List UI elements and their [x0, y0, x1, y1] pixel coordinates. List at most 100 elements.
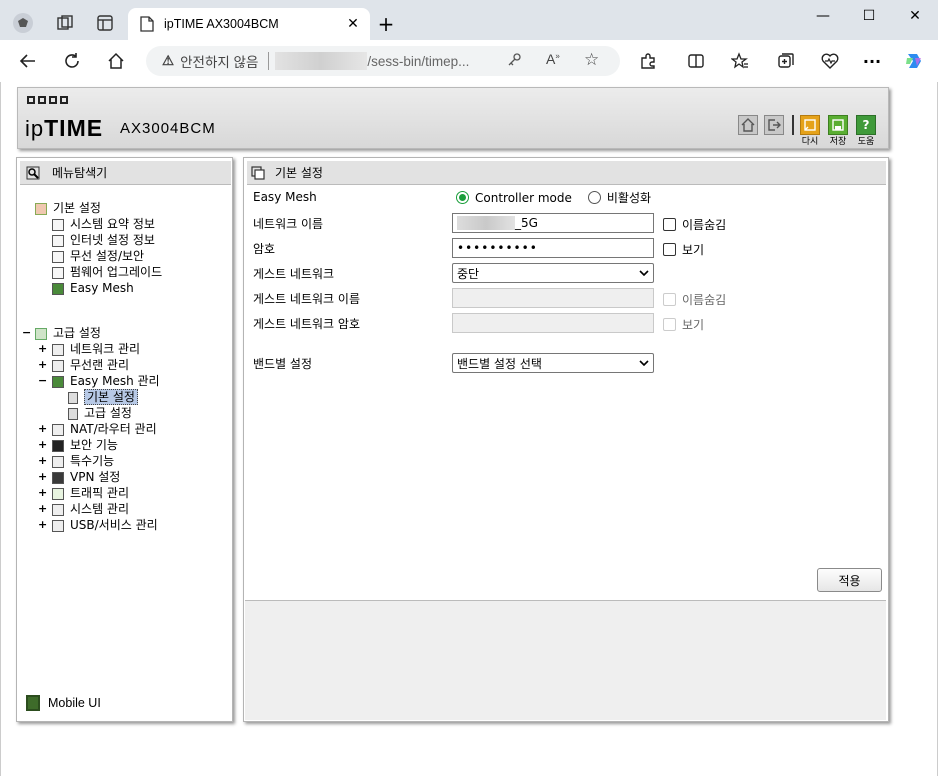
new-tab-button[interactable]: +	[374, 12, 398, 36]
tree-item-special[interactable]: 특수기능	[52, 453, 114, 469]
band-settings-select[interactable]: 밴드별 설정 선택	[452, 353, 654, 373]
logout-button[interactable]	[764, 115, 784, 135]
tree-item-system[interactable]: 시스템 관리	[52, 501, 129, 517]
folder-icon	[35, 327, 47, 340]
password-input[interactable]: ••••••••••	[452, 238, 654, 258]
tree-basic-settings[interactable]: 기본 설정	[35, 200, 101, 216]
redacted-ssid	[457, 216, 515, 230]
password-label: 암호	[253, 242, 276, 256]
tree-item-nat-router[interactable]: NAT/라우터 관리	[52, 421, 157, 437]
guest-name-input[interactable]	[452, 288, 654, 308]
close-tab-icon[interactable]: ✕	[344, 16, 362, 32]
tree-advanced-label: 고급 설정	[53, 326, 101, 340]
home-icon[interactable]	[104, 49, 128, 73]
tree-toggle[interactable]: +	[38, 486, 47, 499]
mobile-ui-link[interactable]: Mobile UI	[26, 695, 101, 711]
favorite-star-icon[interactable]: ☆	[584, 50, 599, 70]
address-url: /sess-bin/timep...	[367, 53, 470, 69]
tree-item-easy-mesh[interactable]: Easy Mesh	[52, 280, 134, 296]
workspaces-icon[interactable]	[52, 10, 78, 36]
save-button[interactable]	[828, 115, 848, 135]
settings-header: 기본 설정	[247, 161, 886, 185]
reload-button[interactable]	[800, 115, 820, 135]
tree-toggle-advanced[interactable]: −	[22, 326, 31, 339]
apply-button[interactable]: 적용	[817, 568, 882, 592]
save-label: 저장	[829, 137, 847, 147]
tree-toggle[interactable]: +	[38, 502, 47, 515]
controller-mode-radio[interactable]	[456, 191, 469, 204]
tree-item-system-summary[interactable]: 시스템 요약 정보	[52, 216, 155, 232]
router-model: AX3004BCM	[120, 120, 216, 137]
tree-item-label-selected: 기본 설정	[84, 389, 138, 405]
tree-item-mesh-advanced[interactable]: 고급 설정	[68, 405, 132, 421]
tree-toggle[interactable]: +	[38, 438, 47, 451]
refresh-icon[interactable]	[60, 49, 84, 73]
tree-toggle[interactable]: +	[38, 342, 47, 355]
network-name-input[interactable]: _5G	[452, 213, 654, 233]
guest-network-select[interactable]: 중단	[452, 263, 654, 283]
home-button[interactable]	[738, 115, 758, 135]
tree-advanced-settings[interactable]: 고급 설정	[35, 325, 101, 341]
tree-item-mesh-basic[interactable]: 기본 설정	[68, 389, 138, 405]
minimize-icon[interactable]: —	[810, 8, 836, 28]
guest-name-label: 게스트 네트워크 이름	[253, 292, 360, 306]
tree-item-security[interactable]: 보안 기능	[52, 437, 118, 453]
tree-item-easy-mesh-manage[interactable]: Easy Mesh 관리	[52, 373, 160, 389]
tree-item-label: Easy Mesh 관리	[70, 374, 160, 388]
window-close-icon[interactable]: ✕	[902, 8, 928, 28]
favorites-icon[interactable]	[728, 49, 752, 73]
tree-toggle[interactable]: +	[38, 470, 47, 483]
tab-actions-icon[interactable]	[92, 10, 118, 36]
checkbox-box[interactable]	[663, 243, 676, 256]
tree-toggle[interactable]: +	[38, 454, 47, 467]
split-screen-icon[interactable]	[684, 49, 708, 73]
tree-item-wireless-security[interactable]: 무선 설정/보안	[52, 248, 144, 264]
password-value: ••••••••••	[457, 241, 538, 255]
guest-show-checkbox[interactable]: 보기	[663, 316, 704, 333]
upgrade-icon	[52, 266, 64, 279]
tree-item-label: 시스템 관리	[70, 502, 130, 516]
tree-item-network[interactable]: 네트워크 관리	[52, 341, 140, 357]
usb-icon	[52, 519, 64, 532]
tree-item-traffic[interactable]: 트래픽 관리	[52, 485, 129, 501]
tree-toggle[interactable]: +	[38, 422, 47, 435]
tree-toggle[interactable]: −	[38, 374, 47, 387]
tree-item-wlan[interactable]: 무선랜 관리	[52, 357, 129, 373]
guest-hide-checkbox[interactable]: 이름숨김	[663, 291, 726, 308]
address-bar[interactable]: ⚠ 안전하지 않음 /sess-bin/timep... A» ☆	[146, 46, 620, 76]
address-separator	[268, 52, 270, 70]
tree-item-usb-service[interactable]: USB/서비스 관리	[52, 517, 158, 533]
special-icon	[52, 455, 64, 468]
tree-item-label: NAT/라우터 관리	[70, 422, 157, 436]
maximize-icon[interactable]: ☐	[856, 8, 882, 28]
hide-name-checkbox[interactable]: 이름숨김	[663, 216, 726, 233]
checkbox-box[interactable]	[663, 318, 676, 331]
help-button[interactable]: ?	[856, 115, 876, 135]
extensions-icon[interactable]	[636, 49, 660, 73]
security-warning: 안전하지 않음	[180, 55, 259, 70]
tree-item-label: 무선랜 관리	[70, 358, 130, 372]
back-icon[interactable]	[16, 49, 40, 73]
disable-radio[interactable]	[587, 191, 601, 204]
checkbox-box[interactable]	[663, 293, 676, 306]
guest-password-input[interactable]	[452, 313, 654, 333]
easy-mesh-radio-group: Controller mode 비활성화	[456, 189, 651, 206]
read-aloud-icon[interactable]: A»	[546, 51, 560, 67]
checkbox-box[interactable]	[663, 218, 676, 231]
tree-toggle[interactable]: +	[38, 358, 47, 371]
tree-item-internet-info[interactable]: 인터넷 설정 정보	[52, 232, 155, 248]
traffic-icon	[52, 487, 64, 500]
key-icon[interactable]	[506, 52, 522, 71]
mobile-icon	[26, 695, 40, 711]
tree-toggle[interactable]: +	[38, 518, 47, 531]
show-password-checkbox[interactable]: 보기	[663, 241, 704, 258]
browser-tab-bar: ipTIME AX3004BCM ✕ + — ☐ ✕	[0, 0, 938, 40]
copilot-icon[interactable]	[902, 49, 926, 73]
browser-tab[interactable]: ipTIME AX3004BCM ✕	[128, 8, 370, 40]
browser-essentials-icon[interactable]	[818, 49, 842, 73]
profile-icon[interactable]	[10, 10, 36, 36]
tree-item-vpn[interactable]: VPN 설정	[52, 469, 120, 485]
more-options-icon[interactable]: ···	[860, 49, 884, 73]
tree-item-firmware-upgrade[interactable]: 펌웨어 업그레이드	[52, 264, 162, 280]
collections-icon[interactable]	[774, 49, 798, 73]
